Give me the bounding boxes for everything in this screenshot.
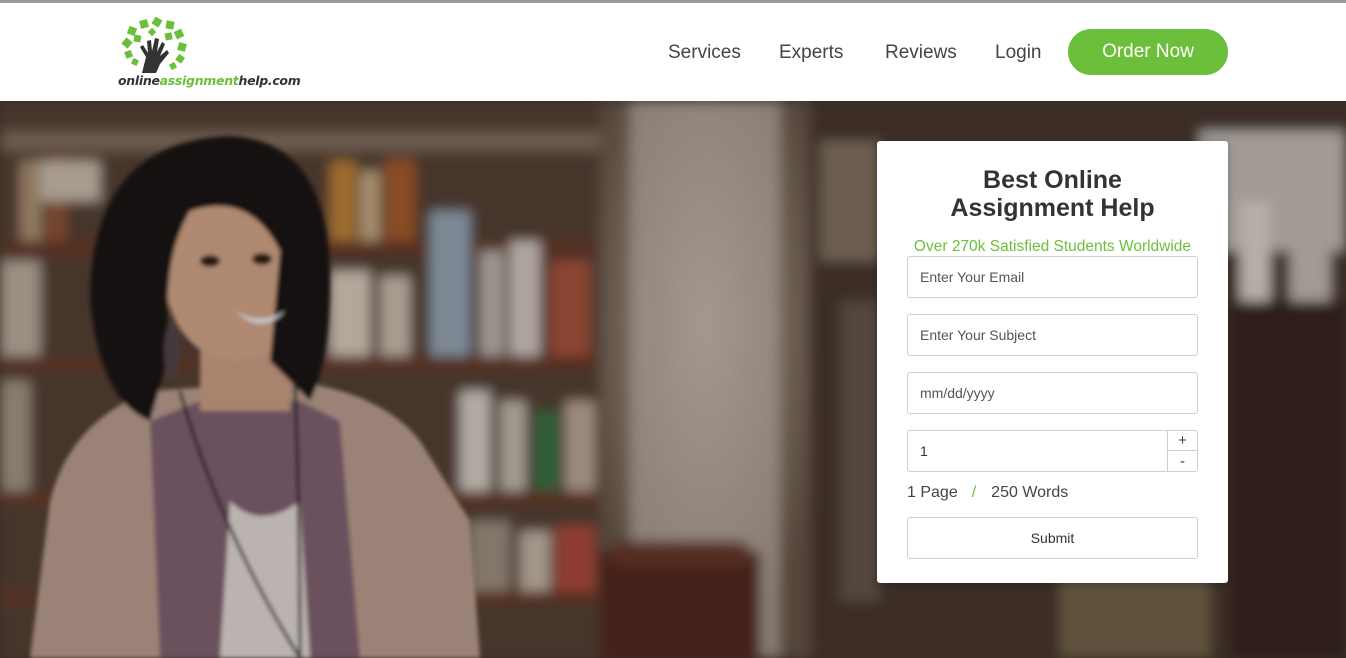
nav-reviews-link[interactable]: Reviews: [885, 42, 957, 64]
separator-slash: /: [971, 484, 977, 501]
words-count-text: 250 Words: [991, 484, 1069, 501]
nav-login-link[interactable]: Login: [995, 42, 1042, 64]
submit-button[interactable]: Submit: [907, 517, 1198, 559]
site-header: onlineassignmenthelp.com Services Expert…: [0, 3, 1346, 101]
logo-wordmark: onlineassignmenthelp.com: [118, 73, 301, 88]
tree-hand-logo-icon: [121, 17, 187, 73]
pages-stepper[interactable]: 1 + -: [907, 430, 1198, 472]
form-title: Best Online Assignment Help: [950, 166, 1155, 222]
nav-experts-link[interactable]: Experts: [779, 42, 843, 64]
nav-services-link[interactable]: Services: [668, 42, 741, 64]
subject-input[interactable]: [907, 314, 1198, 356]
form-subtitle: Over 270k Satisfied Students Worldwide: [913, 238, 1192, 255]
site-logo[interactable]: onlineassignmenthelp.com: [118, 17, 301, 93]
order-now-button[interactable]: Order Now: [1068, 29, 1228, 75]
pages-words-summary: 1 Page / 250 Words: [907, 484, 1068, 502]
increment-button[interactable]: +: [1168, 431, 1197, 451]
pages-count-text: 1 Page: [907, 484, 958, 501]
deadline-date-input[interactable]: [907, 372, 1198, 414]
stepper-buttons: + -: [1167, 431, 1197, 471]
order-form-card: Best Online Assignment Help Over 270k Sa…: [877, 141, 1228, 583]
decrement-button[interactable]: -: [1168, 451, 1197, 471]
email-input[interactable]: [907, 256, 1198, 298]
pages-value[interactable]: 1: [920, 443, 928, 459]
